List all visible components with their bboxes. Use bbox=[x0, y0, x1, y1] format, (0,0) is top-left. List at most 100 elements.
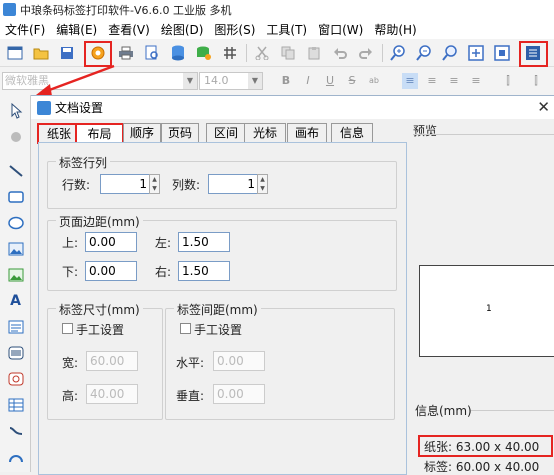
top-margin-label: 上: bbox=[62, 236, 79, 250]
valign-middle-button[interactable]: ⫿ bbox=[528, 73, 544, 89]
group-title: 标签行列 bbox=[56, 154, 111, 171]
menu-bar: 文件(F) 编辑(E) 查看(V) 绘图(D) 图形(S) 工具(T) 窗口(W… bbox=[0, 19, 554, 39]
text-icon[interactable]: A bbox=[6, 291, 25, 310]
ellipse-icon[interactable] bbox=[6, 213, 25, 232]
preview-page: 1 bbox=[419, 265, 554, 357]
tab-range[interactable]: 区间 bbox=[206, 123, 246, 143]
menu-file[interactable]: 文件(F) bbox=[0, 21, 51, 38]
barcode-icon[interactable] bbox=[6, 343, 25, 362]
tab-page-number[interactable]: 页码 bbox=[161, 123, 199, 143]
tab-paper[interactable]: 纸张 bbox=[37, 123, 79, 144]
underline-button[interactable]: U bbox=[322, 73, 338, 89]
hand-icon[interactable] bbox=[6, 127, 25, 146]
menu-view[interactable]: 查看(V) bbox=[103, 21, 156, 38]
align-center-button[interactable]: ≡ bbox=[424, 73, 440, 89]
image-icon[interactable] bbox=[6, 239, 25, 258]
grid-icon[interactable] bbox=[219, 42, 241, 64]
strikethrough-button[interactable]: S bbox=[344, 73, 360, 89]
bold-button[interactable]: B bbox=[278, 73, 294, 89]
drawing-toolbar: A bbox=[0, 95, 31, 472]
label-width-input[interactable]: 60.00 bbox=[86, 351, 138, 371]
menu-shape[interactable]: 图形(S) bbox=[209, 21, 261, 38]
app-icon bbox=[3, 3, 16, 16]
label-size-manual-checkbox[interactable] bbox=[62, 323, 73, 334]
curve-icon[interactable] bbox=[6, 421, 25, 440]
fit-icon[interactable] bbox=[465, 42, 487, 64]
label-height-input[interactable]: 40.00 bbox=[86, 384, 138, 404]
table-icon[interactable] bbox=[6, 395, 25, 414]
menu-help[interactable]: 帮助(H) bbox=[369, 21, 422, 38]
superscript-button[interactable]: ab bbox=[366, 73, 382, 89]
group-title: 标签间距(mm) bbox=[174, 301, 261, 318]
copy-icon[interactable] bbox=[277, 42, 299, 64]
align-right-button[interactable]: ≡ bbox=[446, 73, 462, 89]
menu-tools[interactable]: 工具(T) bbox=[261, 21, 313, 38]
picture-icon[interactable] bbox=[6, 265, 25, 284]
cut-icon[interactable] bbox=[251, 42, 273, 64]
database-settings-icon[interactable] bbox=[193, 42, 215, 64]
justify-button[interactable]: ≡ bbox=[468, 73, 484, 89]
database-icon[interactable] bbox=[167, 42, 189, 64]
preview-page-number: 1 bbox=[486, 304, 492, 314]
right-margin-label: 右: bbox=[155, 265, 172, 279]
align-left-button[interactable]: ≡ bbox=[402, 73, 418, 89]
italic-button[interactable]: I bbox=[300, 73, 316, 89]
cols-input[interactable]: 1 bbox=[208, 174, 264, 194]
tab-canvas[interactable]: 画布 bbox=[287, 123, 327, 143]
close-icon[interactable]: ✕ bbox=[537, 98, 550, 116]
menu-window[interactable]: 窗口(W) bbox=[313, 21, 369, 38]
horizontal-spacing-input[interactable]: 0.00 bbox=[213, 351, 265, 371]
label-spacing-manual-label: 手工设置 bbox=[194, 323, 243, 337]
paste-icon[interactable] bbox=[303, 42, 325, 64]
actual-size-icon[interactable] bbox=[491, 42, 513, 64]
new-icon[interactable] bbox=[4, 42, 26, 64]
label-spacing-group: 标签间距(mm) 手工设置 水平: 0.00 垂直: 0.00 bbox=[165, 301, 395, 420]
tab-cursor[interactable]: 光标 bbox=[244, 123, 286, 143]
cols-stepper[interactable]: ▲ ▼ bbox=[257, 174, 268, 194]
right-margin-input[interactable]: 1.50 bbox=[178, 261, 230, 281]
tab-info[interactable]: 信息 bbox=[331, 123, 373, 143]
zoom-in-icon[interactable] bbox=[387, 42, 409, 64]
zoom-icon[interactable] bbox=[439, 42, 461, 64]
label-size-manual-label: 手工设置 bbox=[76, 323, 125, 337]
title-bar: 中琅条码标签打印软件-V6.6.0 工业版 多机 bbox=[0, 0, 554, 19]
menu-edit[interactable]: 编辑(E) bbox=[51, 21, 103, 38]
left-margin-input[interactable]: 1.50 bbox=[178, 232, 230, 252]
layout-panel: 标签行列 行数: 1 ▲ ▼ 列数: 1 ▲ ▼ 页面边距(mm) 上: 0.00 … bbox=[38, 142, 407, 475]
chevron-down-icon[interactable]: ▼ bbox=[183, 73, 197, 89]
label-size-group: 标签尺寸(mm) 手工设置 宽: 60.00 高: 40.00 bbox=[47, 301, 163, 420]
label-rows-cols-group: 标签行列 行数: 1 ▲ ▼ 列数: 1 ▲ ▼ bbox=[47, 154, 397, 209]
line-icon[interactable] bbox=[6, 161, 25, 180]
font-size-select[interactable]: 14.0 ▼ bbox=[199, 72, 263, 90]
label-width-label: 宽: bbox=[62, 356, 79, 370]
dialog-title-bar: 文档设置 ✕ bbox=[31, 96, 554, 119]
group-title: 页面边距(mm) bbox=[56, 213, 143, 230]
label-spacing-manual-checkbox[interactable] bbox=[180, 323, 191, 334]
paper-size-info: 纸张: 63.00 x 40.00 bbox=[424, 440, 540, 454]
arc-icon[interactable] bbox=[6, 447, 25, 466]
vertical-spacing-input[interactable]: 0.00 bbox=[213, 384, 265, 404]
redo-icon[interactable] bbox=[355, 42, 377, 64]
rich-text-icon[interactable] bbox=[6, 317, 25, 336]
rows-stepper[interactable]: ▲ ▼ bbox=[149, 174, 160, 194]
page-margin-group: 页面边距(mm) 上: 0.00 左: 1.50 下: 0.00 右: 1.50 bbox=[47, 213, 397, 291]
top-margin-input[interactable]: 0.00 bbox=[85, 232, 137, 252]
pointer-icon[interactable] bbox=[6, 101, 25, 120]
group-title: 标签尺寸(mm) bbox=[56, 301, 143, 318]
document-settings-dialog: 文档设置 ✕ 纸张 布局 顺序 页码 区间 光标 画布 信息 标签行列 行数: … bbox=[31, 95, 554, 475]
chevron-down-icon[interactable]: ▼ bbox=[248, 73, 262, 89]
settings-icon[interactable] bbox=[522, 42, 544, 64]
print-preview-icon[interactable] bbox=[141, 42, 163, 64]
rectangle-icon[interactable] bbox=[6, 187, 25, 206]
rows-input[interactable]: 1 bbox=[100, 174, 156, 194]
bottom-margin-label: 下: bbox=[62, 265, 79, 279]
left-margin-label: 左: bbox=[155, 236, 172, 250]
qrcode-icon[interactable] bbox=[6, 369, 25, 388]
tab-order[interactable]: 顺序 bbox=[123, 123, 161, 143]
bottom-margin-input[interactable]: 0.00 bbox=[85, 261, 137, 281]
menu-draw[interactable]: 绘图(D) bbox=[156, 21, 210, 38]
undo-icon[interactable] bbox=[329, 42, 351, 64]
zoom-out-icon[interactable] bbox=[413, 42, 435, 64]
valign-top-button[interactable]: ⫿ bbox=[500, 73, 516, 89]
cols-label: 列数: bbox=[172, 178, 201, 192]
